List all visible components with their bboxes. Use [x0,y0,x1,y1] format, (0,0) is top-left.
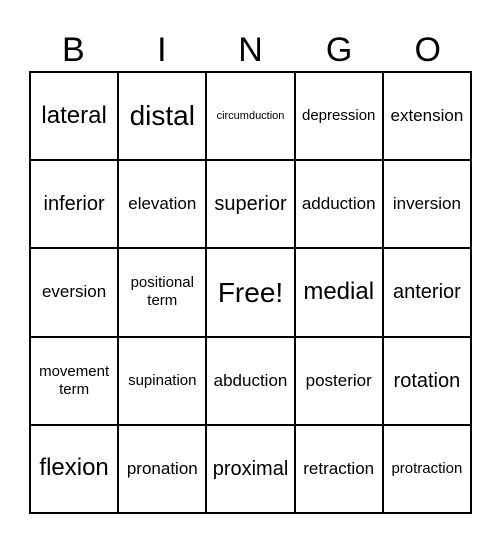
bingo-cell[interactable]: abduction [207,337,296,426]
header-letter-i: I [157,31,167,69]
header-letter-b: B [61,31,85,69]
bingo-cell[interactable]: eversion [31,249,120,338]
bingo-cell[interactable]: superior [207,161,296,250]
bingo-cell[interactable]: elevation [119,161,208,250]
bingo-cell[interactable]: inversion [383,161,472,250]
bingo-header: B I N G O [29,30,472,70]
bingo-cell[interactable]: retraction [295,425,384,514]
bingo-cell[interactable]: proximal [207,425,296,514]
bingo-card: lateral distal circumduction depression … [29,71,472,514]
bingo-cell[interactable]: posterior [295,337,384,426]
bingo-cell[interactable]: circumduction [207,73,296,162]
header-letter-n: N [238,31,263,69]
bingo-cell[interactable]: flexion [31,425,120,514]
bingo-cell[interactable]: positional term [119,249,208,338]
header-letter-g: G [325,31,353,69]
bingo-cell[interactable]: rotation [383,337,472,426]
bingo-cell[interactable]: depression [295,73,384,162]
bingo-cell[interactable]: movement term [31,337,120,426]
bingo-cell[interactable]: extension [383,73,472,162]
header-letter-o: O [414,31,441,69]
bingo-cell[interactable]: inferior [31,161,120,250]
bingo-cell[interactable]: distal [119,73,208,162]
bingo-cell[interactable]: adduction [295,161,384,250]
bingo-cell[interactable]: protraction [383,425,472,514]
bingo-cell[interactable]: supination [119,337,208,426]
bingo-cell[interactable]: anterior [383,249,472,338]
bingo-cell[interactable]: pronation [119,425,208,514]
free-space-cell[interactable]: Free! [207,249,296,338]
bingo-cell[interactable]: lateral [31,73,120,162]
bingo-cell[interactable]: medial [295,249,384,338]
